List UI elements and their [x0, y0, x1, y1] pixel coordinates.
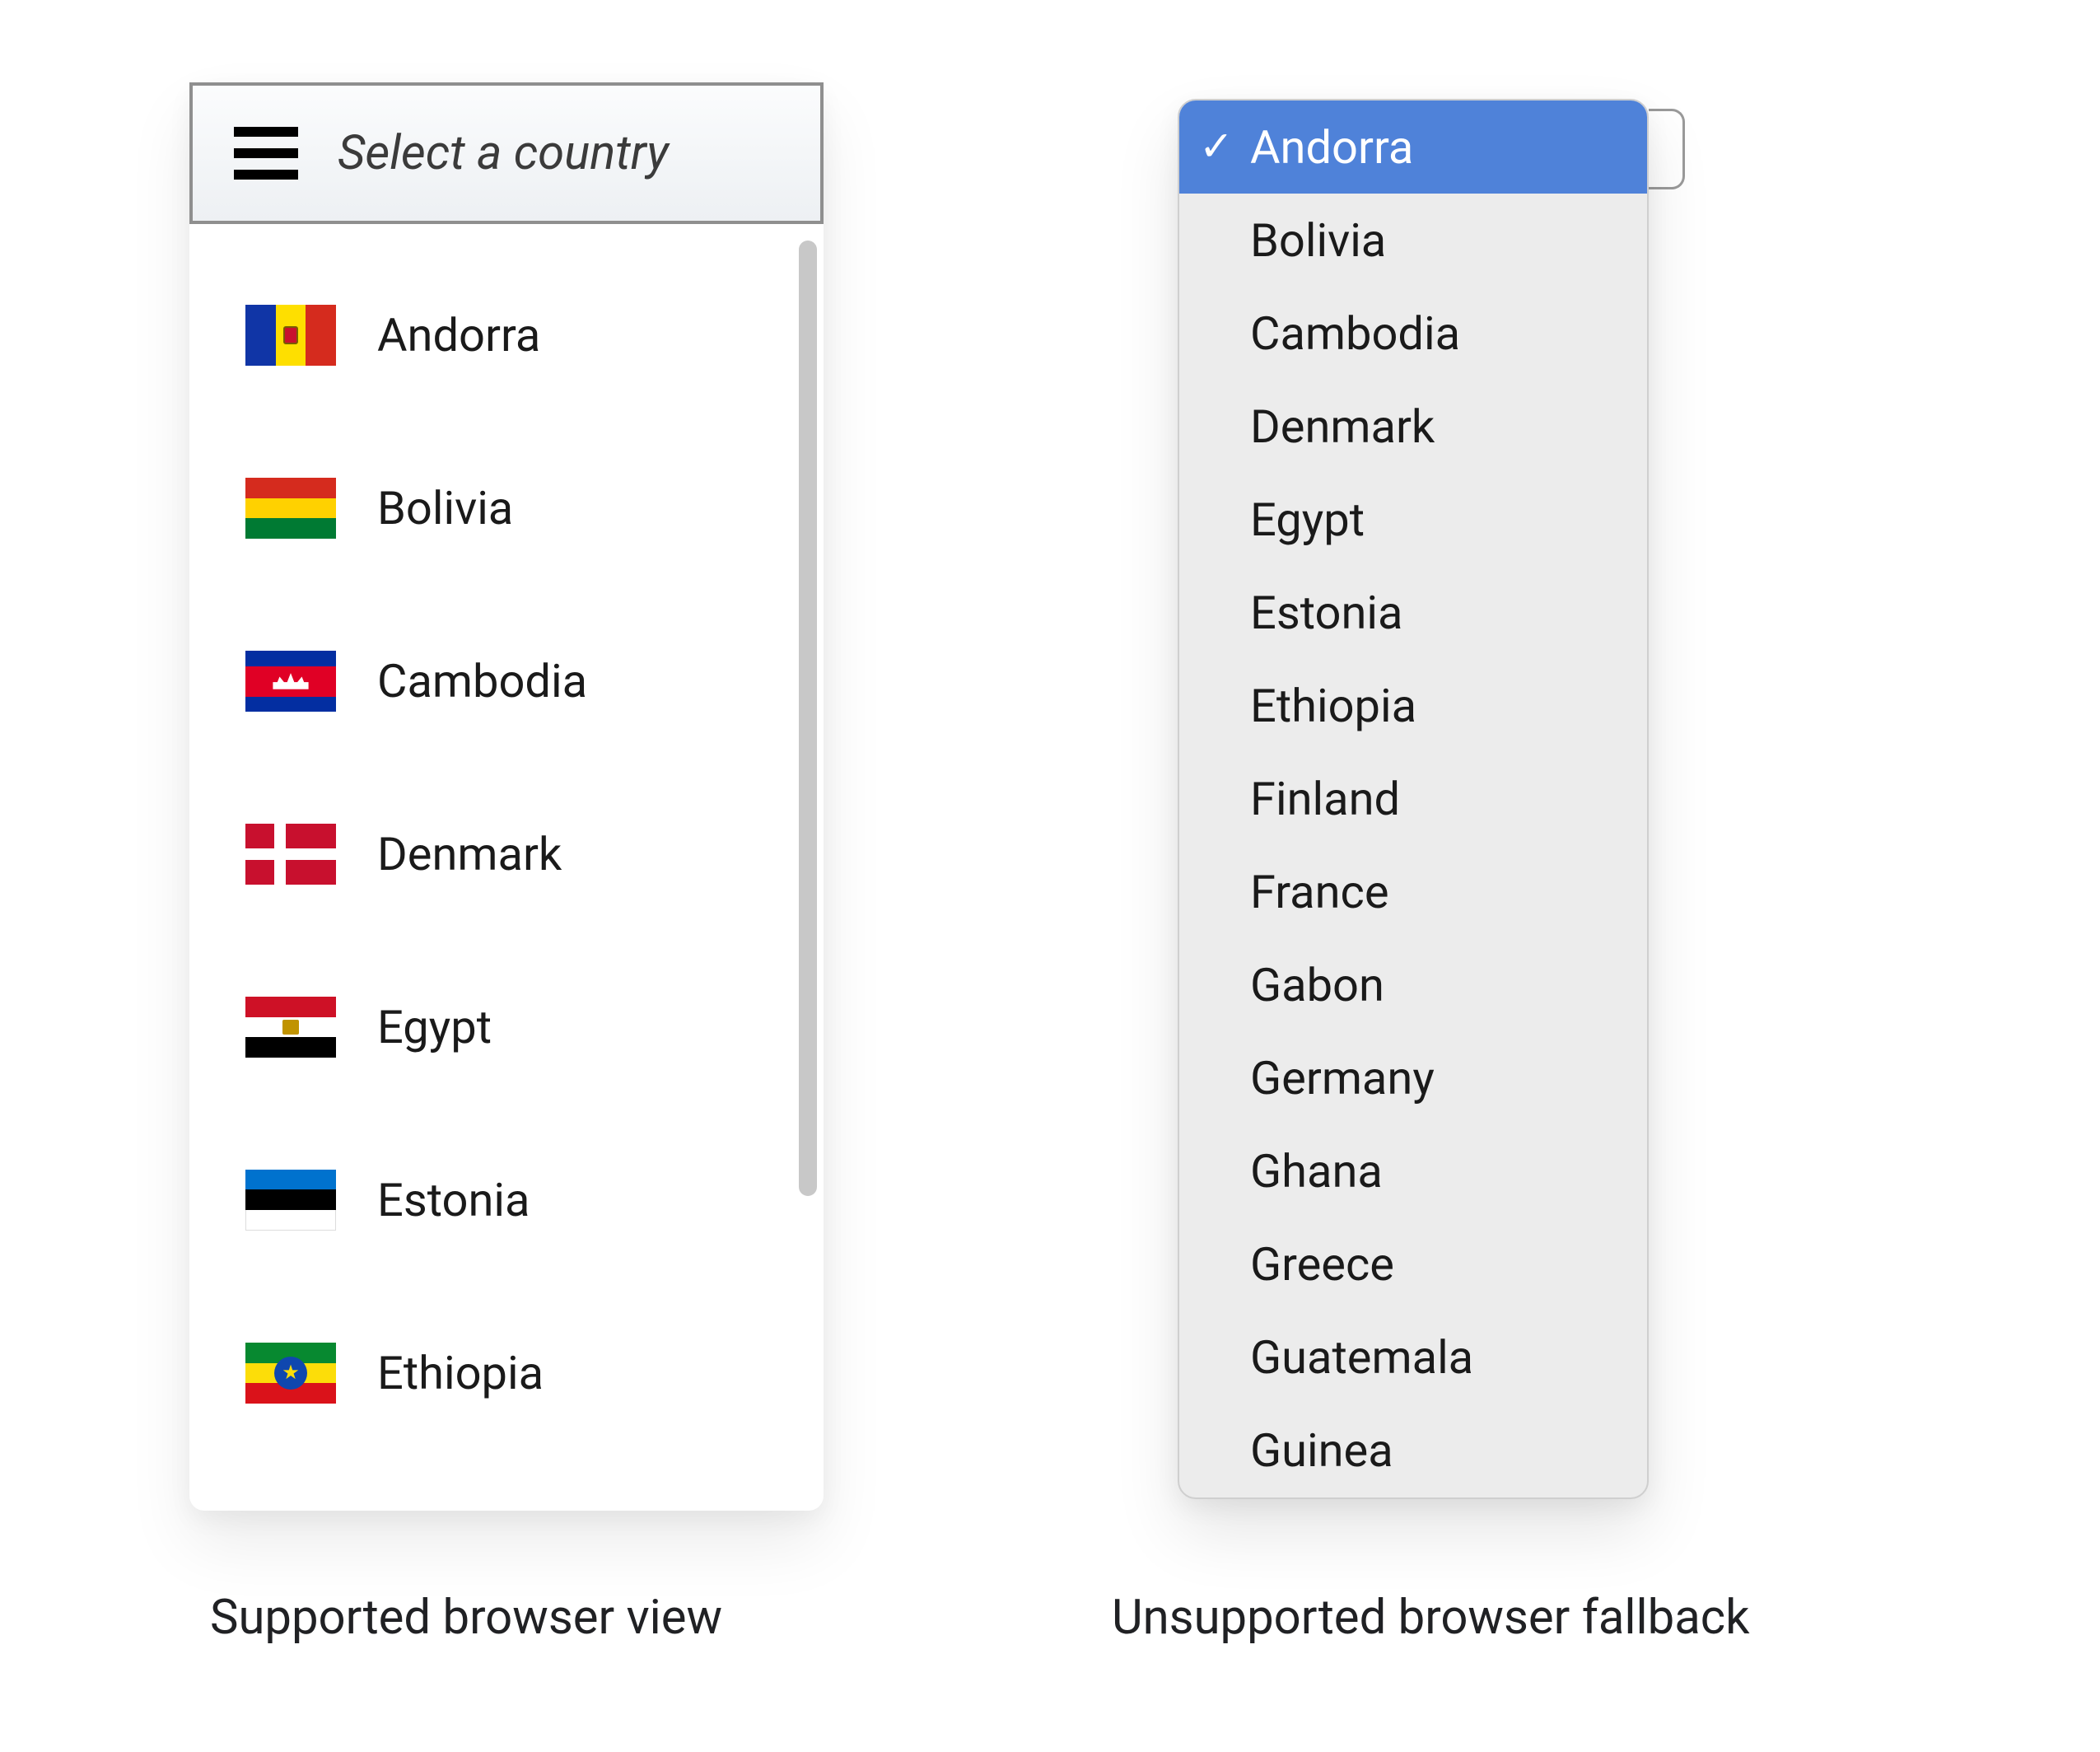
native-option-france[interactable]: France [1179, 845, 1647, 938]
native-option-finland[interactable]: Finland [1179, 752, 1647, 845]
custom-option-label: Ethiopia [377, 1346, 544, 1400]
custom-select-placeholder: Select a country [338, 125, 669, 181]
custom-select-scrollbar[interactable] [799, 241, 817, 1478]
native-option-andorra[interactable]: ✓ Andorra [1179, 100, 1647, 194]
native-option-greece[interactable]: Greece [1179, 1217, 1647, 1310]
flag-estonia-icon [245, 1170, 336, 1231]
native-option-label: Ghana [1250, 1144, 1383, 1198]
native-option-label: Cambodia [1250, 306, 1460, 361]
native-option-ghana[interactable]: Ghana [1179, 1124, 1647, 1217]
custom-option-cambodia[interactable]: Cambodia [245, 595, 820, 768]
hamburger-icon [234, 127, 298, 180]
custom-select-trigger[interactable]: Select a country [189, 82, 824, 224]
custom-option-label: Cambodia [377, 654, 587, 708]
custom-option-egypt[interactable]: Egypt [245, 941, 820, 1114]
native-option-cambodia[interactable]: Cambodia [1179, 287, 1647, 380]
native-option-label: Estonia [1250, 586, 1402, 640]
custom-option-andorra[interactable]: Andorra [245, 249, 820, 422]
flag-andorra-icon [245, 305, 336, 366]
native-option-bolivia[interactable]: Bolivia [1179, 194, 1647, 287]
native-option-guatemala[interactable]: Guatemala [1179, 1310, 1647, 1404]
caption-supported: Supported browser view [210, 1590, 722, 1646]
native-option-label: Denmark [1250, 399, 1435, 454]
native-option-guinea[interactable]: Guinea [1179, 1404, 1647, 1497]
native-select-chevron-icon [1649, 109, 1685, 189]
native-option-label: Guinea [1250, 1423, 1393, 1478]
native-option-label: Gabon [1250, 958, 1384, 1012]
native-option-gabon[interactable]: Gabon [1179, 938, 1647, 1031]
flag-ethiopia-icon [245, 1343, 336, 1404]
custom-select-scrollbar-thumb[interactable] [799, 241, 817, 1196]
native-option-label: Andorra [1250, 120, 1413, 175]
native-option-denmark[interactable]: Denmark [1179, 380, 1647, 473]
custom-option-bolivia[interactable]: Bolivia [245, 422, 820, 595]
native-option-label: Bolivia [1250, 213, 1386, 268]
native-option-label: Ethiopia [1250, 679, 1416, 733]
custom-option-ethiopia[interactable]: Ethiopia [245, 1287, 820, 1460]
native-option-germany[interactable]: Germany [1179, 1031, 1647, 1124]
custom-select-listbox: Andorra Bolivia Cambodia Denmark [199, 224, 820, 1501]
custom-option-denmark[interactable]: Denmark [245, 768, 820, 941]
custom-option-label: Denmark [377, 827, 562, 881]
flag-cambodia-icon [245, 651, 336, 712]
caption-unsupported: Unsupported browser fallback [1112, 1590, 1750, 1646]
custom-option-label: Andorra [377, 308, 540, 362]
flag-bolivia-icon [245, 478, 336, 539]
custom-option-label: Bolivia [377, 481, 513, 535]
native-option-label: France [1250, 865, 1389, 919]
native-option-label: Finland [1250, 772, 1400, 826]
flag-denmark-icon [245, 824, 336, 885]
native-country-select-popup: ✓ Andorra Bolivia Cambodia Denmark Egypt… [1178, 99, 1649, 1499]
custom-country-select: Select a country Andorra Bolivia [189, 82, 824, 1511]
native-option-label: Greece [1250, 1237, 1394, 1292]
native-option-label: Guatemala [1250, 1330, 1473, 1385]
custom-option-estonia[interactable]: Estonia [245, 1114, 820, 1287]
native-option-egypt[interactable]: Egypt [1179, 473, 1647, 566]
native-option-estonia[interactable]: Estonia [1179, 566, 1647, 659]
custom-option-label: Egypt [377, 1000, 492, 1054]
native-option-label: Egypt [1250, 493, 1365, 547]
flag-egypt-icon [245, 997, 336, 1058]
native-option-ethiopia[interactable]: Ethiopia [1179, 659, 1647, 752]
checkmark-icon: ✓ [1199, 122, 1234, 171]
custom-option-label: Estonia [377, 1173, 530, 1227]
native-option-label: Germany [1250, 1051, 1435, 1105]
